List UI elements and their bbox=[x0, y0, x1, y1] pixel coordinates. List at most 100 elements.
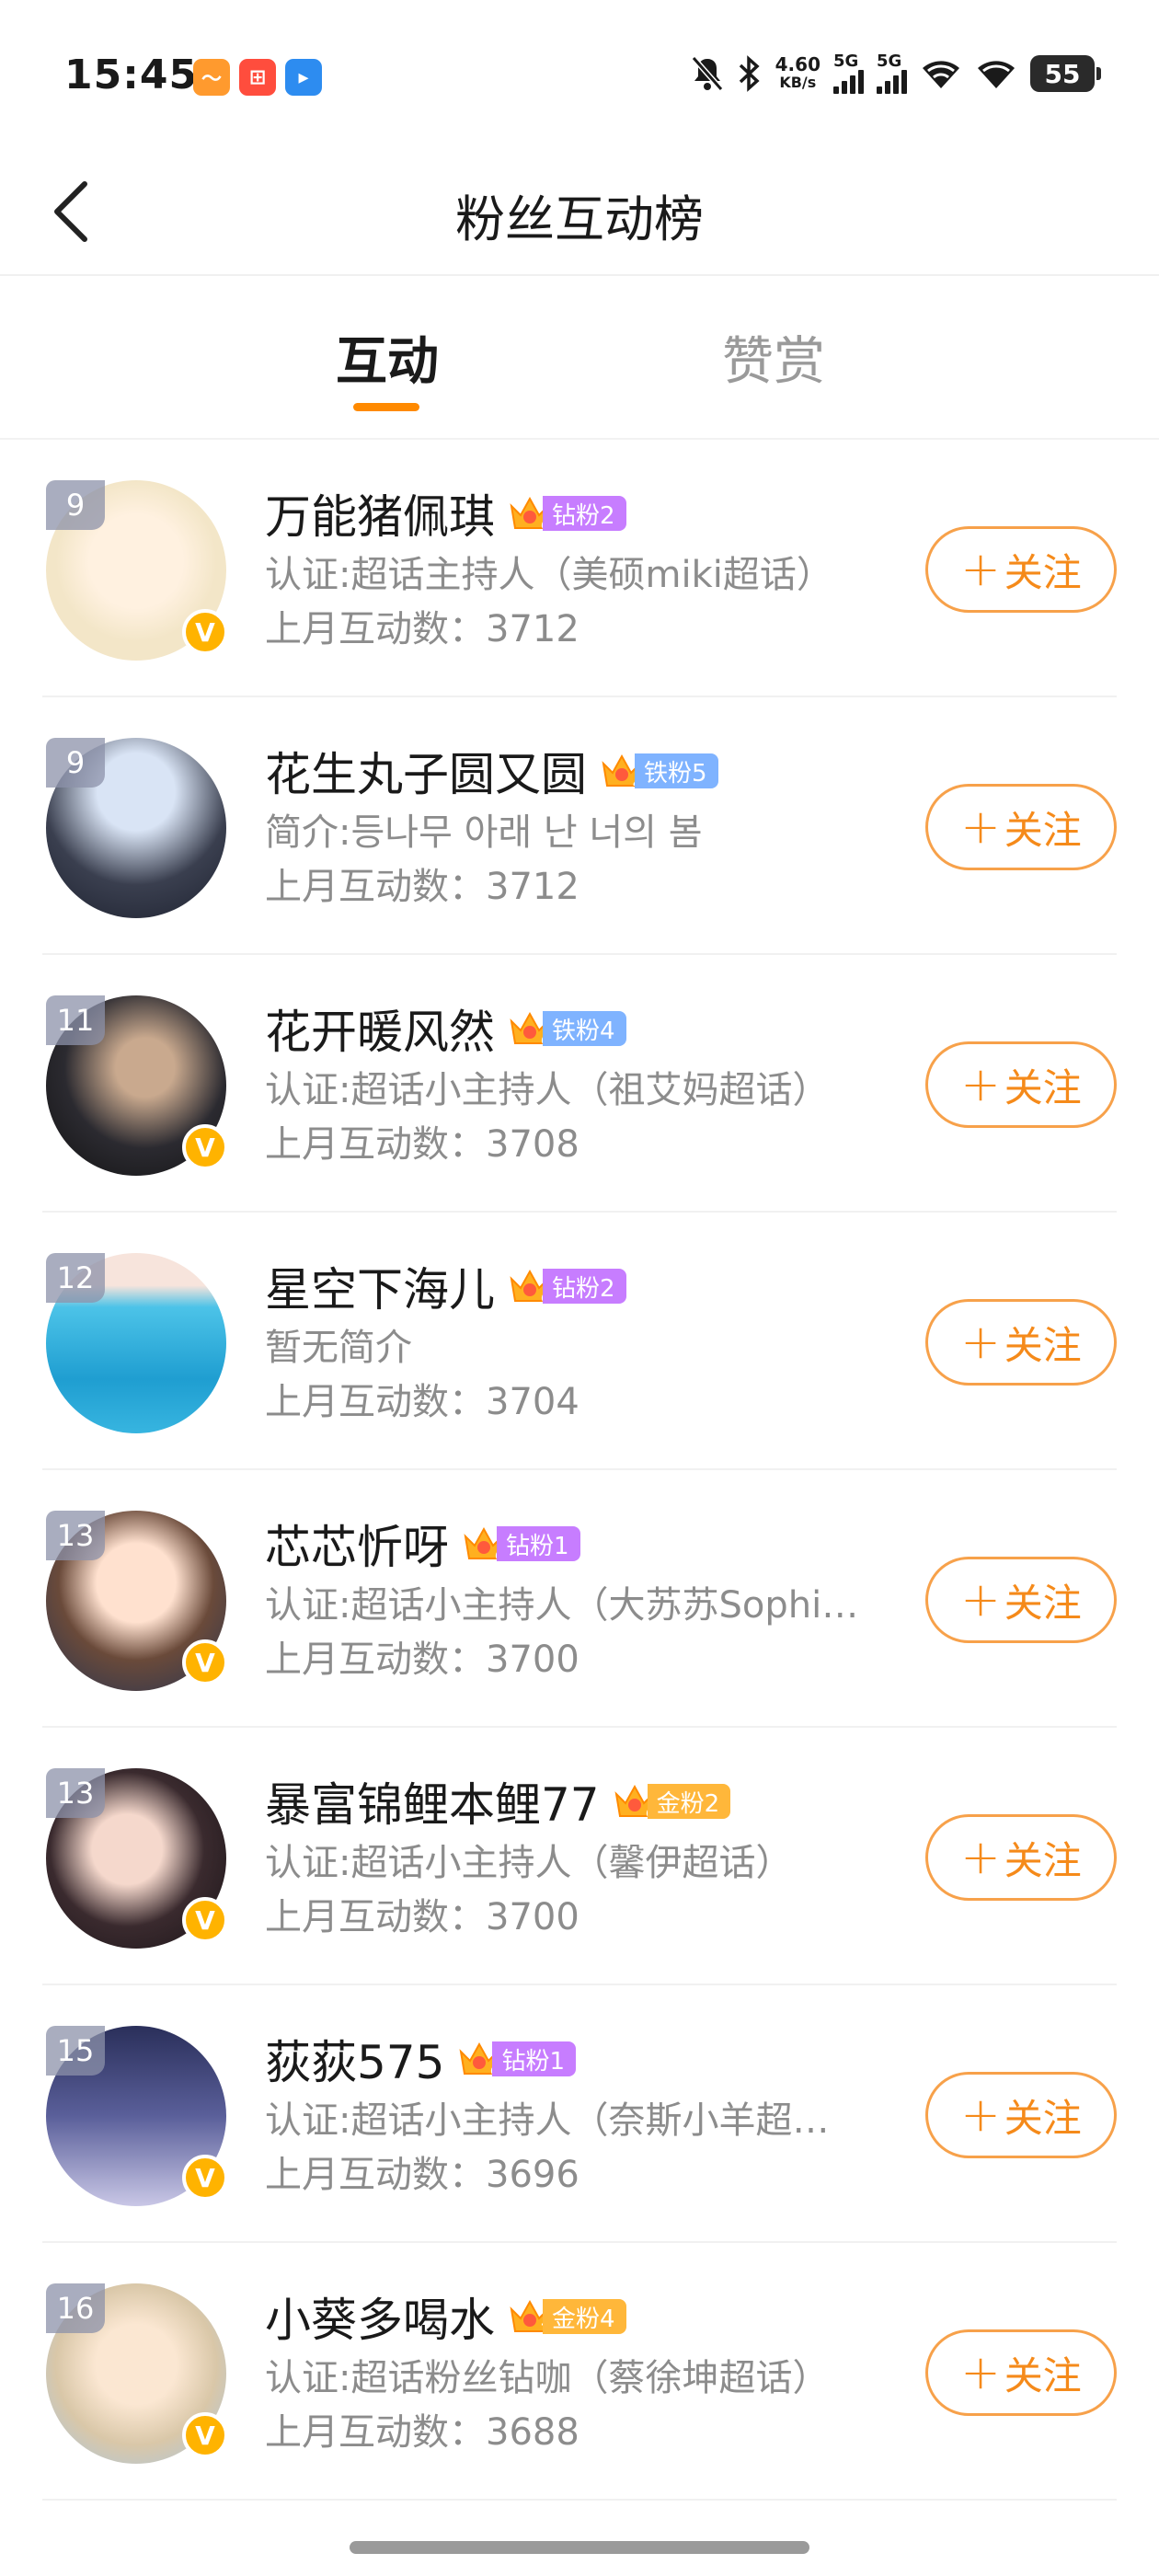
home-indicator[interactable] bbox=[350, 2541, 809, 2554]
user-name[interactable]: 花生丸子圆又圆 bbox=[265, 738, 587, 804]
avatar[interactable]: 16 V bbox=[46, 2283, 228, 2464]
user-name[interactable]: 芯芯忻呀 bbox=[265, 1511, 449, 1577]
follow-button[interactable]: + 关注 bbox=[925, 1557, 1117, 1643]
tab-reward[interactable]: 赞赏 bbox=[722, 320, 825, 395]
user-name[interactable]: 星空下海儿 bbox=[265, 1253, 495, 1319]
follow-button[interactable]: + 关注 bbox=[925, 526, 1117, 613]
interaction-count: 上月互动数：3712 bbox=[265, 866, 580, 908]
plus-icon: + bbox=[960, 542, 1001, 597]
rank-badge: 15 bbox=[46, 2026, 105, 2076]
user-info: 星空下海儿 6 钻粉2 暂无简介 上月互动数：3704 bbox=[265, 1253, 946, 1428]
verified-badge-icon: V bbox=[182, 609, 228, 655]
signal-icon-2: 5G bbox=[877, 53, 907, 94]
follow-button[interactable]: + 关注 bbox=[925, 1041, 1117, 1128]
fan-level-badge: 6 钻粉2 bbox=[508, 1266, 626, 1306]
rank-badge: 13 bbox=[46, 1511, 105, 1560]
fan-level-label: 钻粉1 bbox=[492, 2041, 576, 2076]
follow-label: 关注 bbox=[1004, 2095, 1082, 2141]
name-line: 星空下海儿 6 钻粉2 bbox=[265, 1253, 946, 1319]
fan-level-badge: 4 铁粉5 bbox=[600, 751, 718, 791]
nav-header: 粉丝互动榜 bbox=[0, 147, 1159, 276]
rank-badge: 9 bbox=[46, 738, 105, 788]
user-info: 芯芯忻呀 6 钻粉1 认证:超话小主持人（大苏苏Sophi… 上月互动数：370… bbox=[265, 1511, 946, 1685]
fan-level-badge: 6 钻粉2 bbox=[508, 493, 626, 534]
list-item-2[interactable]: 9 V 花生丸子圆又圆 4 铁粉5 简介:등나무 아래 난 너의 봄 上月互动数… bbox=[42, 697, 1117, 955]
follow-button[interactable]: + 关注 bbox=[925, 1299, 1117, 1386]
page-title: 粉丝互动榜 bbox=[455, 190, 704, 248]
user-info: 小葵多喝水 7 金粉4 认证:超话粉丝钻咖（蔡徐坤超话） 上月互动数：3688 bbox=[265, 2283, 946, 2458]
fan-level-label: 钻粉1 bbox=[497, 1526, 580, 1561]
user-description: 认证:超话小主持人（祖艾妈超话） bbox=[265, 1069, 830, 1111]
avatar[interactable]: 13 V bbox=[46, 1768, 228, 1949]
interaction-count: 上月互动数：3704 bbox=[265, 1381, 580, 1423]
fan-level-label: 金粉4 bbox=[543, 2299, 626, 2334]
tab-interaction[interactable]: 互动 bbox=[336, 320, 439, 395]
app-red-icon: ⊞ bbox=[239, 59, 276, 96]
interaction-count: 上月互动数：3712 bbox=[265, 608, 580, 650]
rank-badge: 9 bbox=[46, 480, 105, 530]
interaction-count: 上月互动数：3696 bbox=[265, 2154, 580, 2196]
tab-bar: 互动 赞赏 bbox=[0, 276, 1159, 440]
follow-label: 关注 bbox=[1004, 1580, 1082, 1626]
follow-label: 关注 bbox=[1004, 1837, 1082, 1883]
avatar[interactable]: 9 V bbox=[46, 480, 228, 661]
fan-level-badge: 6 金粉2 bbox=[613, 1781, 731, 1822]
user-info: 荻荻575 6 钻粉1 认证:超话小主持人（奈斯小羊超… 上月互动数：3696 bbox=[265, 2026, 946, 2201]
app-orange-icon: 〜 bbox=[193, 59, 230, 96]
wifi-icon bbox=[923, 61, 959, 88]
interaction-count: 上月互动数：3700 bbox=[265, 1896, 580, 1938]
fan-level-label: 金粉2 bbox=[647, 1784, 731, 1819]
rank-badge: 12 bbox=[46, 1253, 105, 1303]
list-item-4[interactable]: 12 V 星空下海儿 6 钻粉2 暂无简介 上月互动数：3704 + 关注 bbox=[42, 1213, 1117, 1470]
user-name[interactable]: 万能猪佩琪 bbox=[265, 480, 495, 546]
user-name[interactable]: 荻荻575 bbox=[265, 2026, 444, 2092]
avatar[interactable]: 11 V bbox=[46, 995, 228, 1176]
plus-icon: + bbox=[960, 2345, 1001, 2400]
verified-badge-icon: V bbox=[182, 1639, 228, 1685]
interaction-count: 上月互动数：3700 bbox=[265, 1639, 580, 1681]
status-time: 15:45 bbox=[64, 52, 199, 98]
user-name[interactable]: 暴富锦鲤本鲤77 bbox=[265, 1768, 600, 1834]
list-item-8[interactable]: 16 V 小葵多喝水 7 金粉4 认证:超话粉丝钻咖（蔡徐坤超话） 上月互动数：… bbox=[42, 2243, 1117, 2501]
fan-level-label: 铁粉4 bbox=[543, 1011, 626, 1046]
rank-badge: 16 bbox=[46, 2283, 105, 2333]
avatar[interactable]: 13 V bbox=[46, 1511, 228, 1691]
follow-label: 关注 bbox=[1004, 1322, 1082, 1368]
avatar[interactable]: 12 V bbox=[46, 1253, 226, 1433]
fan-level-label: 钻粉2 bbox=[543, 1269, 626, 1304]
list-item-1[interactable]: 9 V 万能猪佩琪 6 钻粉2 认证:超话主持人（美硕miki超话） 上月互动数… bbox=[42, 440, 1117, 697]
list-item-5[interactable]: 13 V 芯芯忻呀 6 钻粉1 认证:超话小主持人（大苏苏Sophi… 上月互动… bbox=[42, 1470, 1117, 1728]
follow-button[interactable]: + 关注 bbox=[925, 1814, 1117, 1901]
follow-button[interactable]: + 关注 bbox=[925, 2072, 1117, 2158]
user-description: 认证:超话小主持人（馨伊超话） bbox=[265, 1842, 793, 1884]
follow-button[interactable]: + 关注 bbox=[925, 784, 1117, 870]
list-item-6[interactable]: 13 V 暴富锦鲤本鲤77 6 金粉2 认证:超话小主持人（馨伊超话） 上月互动… bbox=[42, 1728, 1117, 1985]
user-description: 认证:超话小主持人（奈斯小羊超… bbox=[265, 2099, 830, 2142]
verified-badge-icon: V bbox=[182, 1897, 228, 1943]
follow-button[interactable]: + 关注 bbox=[925, 2329, 1117, 2416]
name-line: 荻荻575 6 钻粉1 bbox=[265, 2026, 946, 2092]
user-name[interactable]: 花开暖风然 bbox=[265, 995, 495, 1062]
user-name[interactable]: 小葵多喝水 bbox=[265, 2283, 495, 2350]
plus-icon: + bbox=[960, 1057, 1001, 1112]
follow-label: 关注 bbox=[1004, 549, 1082, 595]
wifi-icon-2 bbox=[978, 61, 1015, 88]
avatar[interactable]: 15 V bbox=[46, 2026, 228, 2206]
avatar[interactable]: 9 V bbox=[46, 738, 226, 918]
active-tab-indicator bbox=[353, 403, 419, 411]
name-line: 暴富锦鲤本鲤77 6 金粉2 bbox=[265, 1768, 946, 1834]
follow-label: 关注 bbox=[1004, 1064, 1082, 1110]
plus-icon: + bbox=[960, 1572, 1001, 1627]
fan-level-label: 钻粉2 bbox=[543, 496, 626, 531]
list-item-7[interactable]: 15 V 荻荻575 6 钻粉1 认证:超话小主持人（奈斯小羊超… 上月互动数：… bbox=[42, 1985, 1117, 2243]
name-line: 万能猪佩琪 6 钻粉2 bbox=[265, 480, 946, 546]
verified-badge-icon: V bbox=[182, 2412, 228, 2458]
list-item-3[interactable]: 11 V 花开暖风然 6 铁粉4 认证:超话小主持人（祖艾妈超话） 上月互动数：… bbox=[42, 955, 1117, 1213]
user-info: 花生丸子圆又圆 4 铁粉5 简介:등나무 아래 난 너의 봄 上月互动数：371… bbox=[265, 738, 946, 913]
fan-list: 9 V 万能猪佩琪 6 钻粉2 认证:超话主持人（美硕miki超话） 上月互动数… bbox=[0, 440, 1159, 2501]
app-blue-icon: ▸ bbox=[285, 59, 322, 96]
fan-level-badge: 6 钻粉1 bbox=[457, 2039, 576, 2079]
bluetooth-icon bbox=[739, 55, 760, 92]
mute-icon bbox=[691, 56, 723, 91]
plus-icon: + bbox=[960, 1315, 1001, 1370]
